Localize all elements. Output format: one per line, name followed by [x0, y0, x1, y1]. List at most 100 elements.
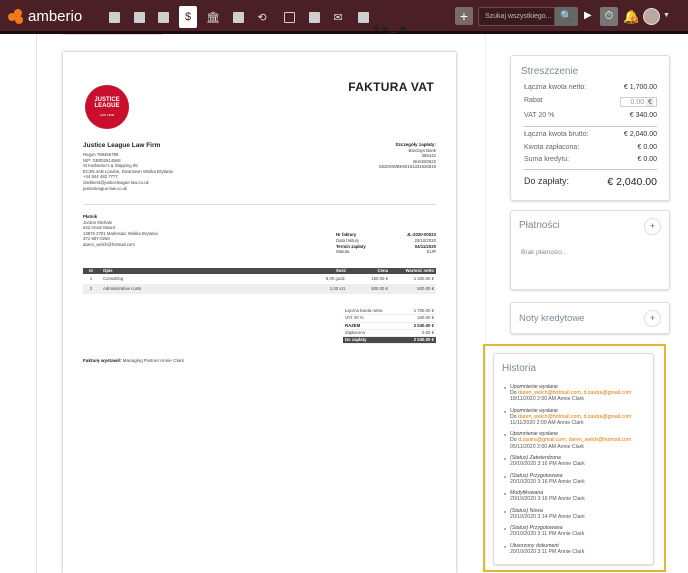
add-credit-note-button[interactable]: +	[644, 310, 661, 327]
divider	[524, 169, 657, 170]
table-cell: Consulting	[103, 276, 124, 281]
chevron-down-icon[interactable]: ▼	[663, 12, 670, 19]
credit-notes-title: Noty kredytowe	[519, 313, 585, 324]
firm-logo-seal: JUSTICE LEAGUE LAW FIRM	[85, 85, 129, 129]
summary-label: Kwota zapłacona:	[524, 144, 580, 151]
play-icon[interactable]: ▶	[584, 10, 592, 21]
user-avatar[interactable]	[643, 8, 660, 25]
total-value: 1 700.00 €	[413, 308, 434, 313]
seller-line: justiceleague-law.co.uk	[83, 185, 128, 191]
table-cell: 500.00 €	[371, 286, 388, 291]
table-cell: 1	[89, 276, 93, 281]
buyer-details: Płatnik Jordon Michale 642 Anais Mount 1…	[83, 214, 158, 248]
summary-row-credit: Suma kredytu: € 0.00	[524, 156, 657, 163]
payments-empty-text: Brak płatności...	[521, 249, 568, 256]
summary-card: Streszczenie Łączna kwota netto: € 1,700.…	[510, 55, 670, 201]
seller-address: Regon 789456789 NIP: GB00251456S St Kath…	[83, 152, 173, 191]
amberio-logo-icon	[8, 8, 24, 25]
event-recipients-prefix: Do	[510, 437, 519, 444]
amberio-logo[interactable]: amberio	[8, 8, 82, 25]
event-meta: 20/10/2020 3:16 PM Annie Clark	[510, 478, 585, 485]
rabat-input[interactable]: 0.00 €	[620, 97, 657, 107]
summary-value: € 340.00	[629, 112, 657, 119]
history-event: (Status) Zatwierdzona 20/10/2020 3:16 PM…	[504, 455, 654, 467]
summary-label: Łączna kwota brutto:	[524, 131, 589, 138]
history-event: (Status) Przygotowana 20/10/2020 3:11 PM…	[504, 525, 654, 537]
total-value: 340.00 €	[417, 315, 434, 321]
history-event: Upomnienie wysłane Do d.zautra@gmail.com…	[504, 431, 654, 450]
briefcase-icon[interactable]	[155, 9, 171, 25]
search-icon[interactable]: 🔍	[555, 7, 578, 26]
document-toolbar-icons[interactable]: ✚■▁◆	[373, 24, 409, 33]
folder-icon[interactable]	[281, 9, 297, 25]
top-navigation-bar: amberio $ 🏛 ⟲ ✉ + Szukaj wszystkiego... …	[0, 0, 688, 34]
invoice-document-icon[interactable]: $	[179, 6, 197, 28]
bank-icon[interactable]: 🏛	[205, 9, 221, 25]
issued-name: Managing Partner Annie Clark	[122, 358, 184, 363]
table-cell: 500.00 €	[417, 286, 434, 291]
history-timeline: Upomnienie wysłane Do daren_welch@hotmai…	[504, 384, 654, 560]
summary-value: € 2,040.00	[623, 131, 657, 138]
dashboard-icon[interactable]	[106, 9, 122, 25]
event-meta: 20/10/2020 3:11 PM Annie Clark	[510, 549, 585, 555]
event-meta: 11/11/2020 2:00 AM Annie Clark	[510, 419, 584, 426]
file-icon[interactable]	[306, 9, 322, 25]
total-value: 2 040.00 €	[413, 337, 434, 343]
global-search-input[interactable]: Szukaj wszystkiego...	[478, 7, 555, 26]
summary-row-net: Łączna kwota netto: € 1,700.00	[524, 84, 657, 91]
table-cell: Administrative costs	[103, 286, 142, 291]
history-event: (Status) Nowa 20/10/2020 3:14 PM Annie C…	[504, 508, 654, 520]
event-recipients-prefix: Do	[510, 390, 519, 397]
total-label: Zapłacono	[345, 329, 366, 335]
divider	[63, 34, 163, 35]
total-label: Do zapłaty	[345, 337, 367, 343]
summary-label: VAT 20 %	[524, 112, 555, 119]
summary-label: Rabat	[524, 97, 543, 104]
event-recipients-emails: daren_welch@hotmail.com, d.zautra@gmail.…	[518, 413, 632, 420]
table-cell: 150.00 €	[371, 276, 388, 281]
payment-line: GB29NWBK60161331926819	[378, 164, 436, 170]
mail-icon[interactable]: ✉	[330, 9, 346, 25]
summary-value: € 0.00	[637, 144, 657, 151]
history-event: Utworzony dokument 20/10/2020 3:11 PM An…	[504, 543, 654, 555]
credit-notes-card: Noty kredytowe +	[510, 302, 670, 334]
calendar-icon[interactable]	[230, 9, 246, 25]
payments-card: Płatności + Brak płatności...	[510, 210, 670, 290]
event-recipients-emails: daren_welch@hotmail.com, d.zautra@gmail.…	[518, 390, 632, 397]
payments-title: Płatności	[519, 220, 560, 231]
timer-icon[interactable]: ⏱	[600, 7, 618, 26]
divider	[83, 204, 436, 205]
table-cell: 8,00 godz.	[325, 276, 346, 281]
total-value: 0.00 €	[422, 329, 434, 335]
history-clock-icon[interactable]: ⟲	[254, 9, 270, 25]
seal-line-3: LAW FIRM	[99, 113, 115, 117]
summary-title: Streszczenie	[521, 66, 579, 77]
summary-value: € 1,700.00	[623, 84, 657, 91]
contacts-icon[interactable]	[131, 9, 147, 25]
history-card: Historia Upomnienie wysłane Do daren_wel…	[493, 353, 654, 565]
total-label: Łączna kwota netto:	[345, 308, 384, 313]
total-label: RAZEM	[345, 322, 361, 328]
brand-name: amberio	[28, 8, 83, 25]
history-event: (Status) Przygotowana 20/10/2020 3:16 PM…	[504, 473, 654, 485]
summary-value: € 0.00	[637, 156, 657, 163]
meta-label: Waluta	[336, 249, 350, 255]
history-highlight: Historia Upomnienie wysłane Do daren_wel…	[483, 344, 666, 572]
summary-value: € 2,040.00	[607, 176, 657, 188]
table-row: 1 Consulting 8,00 godz. 150.00 € 1 200.0…	[83, 274, 436, 284]
seal-line-2: LEAGUE	[94, 103, 120, 109]
event-meta: 20/10/2020 3:16 PM Annie Clark	[510, 461, 585, 468]
history-title: Historia	[502, 363, 536, 374]
add-payment-button[interactable]: +	[644, 218, 661, 235]
history-event: Modyfikowana 20/10/2020 3:16 PM Annie Cl…	[504, 490, 654, 502]
payment-details: Szczegóły zapłaty: Barclays Bank 385442 …	[379, 142, 436, 170]
buyer-line: daren_welch@hotmail.com	[83, 241, 135, 247]
add-new-button[interactable]: +	[455, 7, 473, 25]
invoice-meta: Nr faktury JL-2020-00023 Data faktury 20/1…	[336, 232, 436, 255]
total-value: 2 040.00 €	[413, 322, 434, 328]
event-meta: 18/11/2020 2:00 AM Annie Clark	[510, 396, 585, 403]
reports-icon[interactable]	[355, 9, 371, 25]
summary-row-due: Do zapłaty: € 2,040.00	[524, 176, 657, 188]
event-meta: 20/10/2020 3:11 PM Annie Clark	[510, 531, 585, 538]
divider	[524, 126, 657, 127]
